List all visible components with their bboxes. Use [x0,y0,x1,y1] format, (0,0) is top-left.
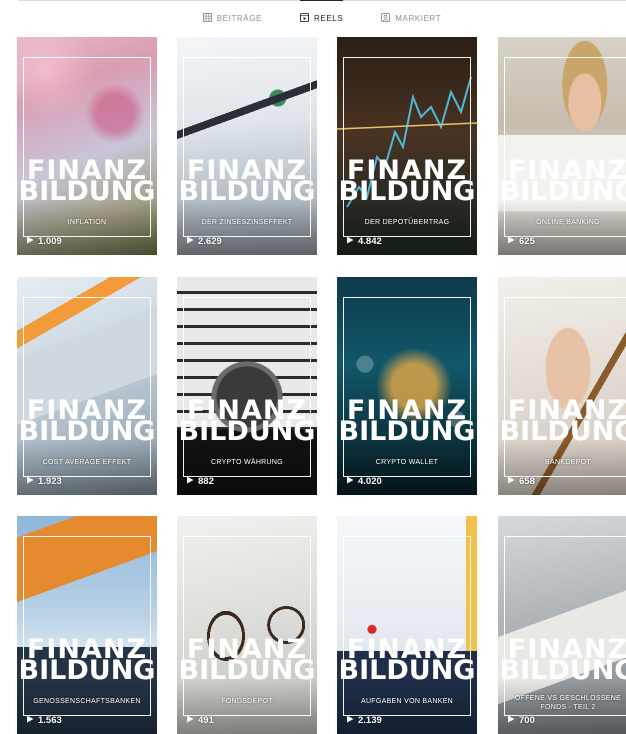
reel-tile-fondsdepot[interactable]: FINANZ BILDUNG FONDSDEPOT 491 [177,516,317,734]
reel-tile-aufgaben-banken[interactable]: FINANZ BILDUNG AUFGABEN VON BANKEN 2.139 [337,516,477,734]
tab-markiert[interactable]: MARKIERT [381,1,441,35]
brand-overlay: FINANZ BILDUNG [338,395,476,448]
play-icon [26,236,34,247]
play-icon [507,476,515,487]
brand-overlay: FINANZ BILDUNG [178,155,316,208]
brand-overlay: FINANZ BILDUNG [338,634,476,687]
brand-overlay: FINANZ BILDUNG [178,395,316,448]
brand-overlay: FINANZ BILDUNG [338,155,476,208]
reel-tile-genossenschaftsbanken[interactable]: FINANZ BILDUNG GENOSSENSCHAFTSBANKEN 1.56… [17,516,157,734]
reel-frame [504,57,626,237]
play-icon [346,715,354,726]
reel-title: GENOSSENSCHAFTSBANKEN [33,698,141,705]
view-count: 1.923 [26,476,62,487]
tab-label: REELS [314,14,344,23]
reel-frame [504,536,626,716]
profile-reels-page: BEITRÄGE REELS MARKIERT FINANZ BILDUNG IN… [0,0,626,734]
brand-overlay: FINANZ BILDUNG [18,395,156,448]
reel-title: AUFGABEN VON BANKEN [360,698,454,705]
profile-tabs: BEITRÄGE REELS MARKIERT [18,0,626,34]
reel-title: FONDSDEPOT [221,698,273,705]
brand-overlay: FINANZ BILDUNG [499,395,626,448]
brand-overlay: FINANZ BILDUNG [178,634,316,687]
view-count: 2.629 [186,236,222,247]
grid-icon [202,13,212,24]
reel-frame [23,297,151,477]
reel-title: ONLINE BANKING [536,219,600,226]
view-count: 700 [507,715,535,726]
view-count: 625 [507,236,535,247]
play-icon [186,236,194,247]
view-count: 4.020 [346,476,382,487]
view-count: 2.139 [346,715,382,726]
tab-beitraege[interactable]: BEITRÄGE [202,1,263,35]
tab-reels[interactable]: REELS [300,0,344,34]
play-icon [186,476,194,487]
reels-icon [300,13,310,24]
reel-frame [23,57,151,237]
reel-title: DER DEPOTÜBERTRAG [364,219,450,226]
view-count: 1.563 [26,715,62,726]
brand-overlay: FINANZ BILDUNG [499,155,626,208]
view-count: 491 [186,715,214,726]
play-icon [26,476,34,487]
reel-tile-bankdepot[interactable]: FINANZ BILDUNG BANKDEPOT 658 [498,277,626,495]
reel-frame [343,536,471,716]
reel-frame [23,536,151,716]
reel-title: OFFENE VS GESCHLOSSENE FONDS - TEIL 2 [514,695,622,711]
tab-label: BEITRÄGE [216,14,263,23]
brand-overlay: FINANZ BILDUNG [18,634,156,687]
reel-frame [183,536,311,716]
play-icon [346,236,354,247]
reel-title: CRYPTO WALLET [375,459,439,466]
view-count: 658 [507,476,535,487]
play-icon [186,715,194,726]
reel-tile-cost-average[interactable]: FINANZ BILDUNG COST AVERAGE EFFEKT 1.923 [17,277,157,495]
tab-label: MARKIERT [395,14,442,23]
reel-tile-depotuebertrag[interactable]: FINANZ BILDUNG DER DEPOTÜBERTRAG 4.842 [337,37,477,255]
reel-frame [504,297,626,477]
reel-tile-zinseszinseffekt[interactable]: FINANZ BILDUNG DER ZINSESZINSEFFEKT 2.629 [177,37,317,255]
reel-frame [183,297,311,477]
view-count: 1.009 [26,236,62,247]
play-icon [26,715,34,726]
reel-frame [343,57,471,237]
play-icon [507,236,515,247]
reel-tile-inflation[interactable]: FINANZ BILDUNG INFLATION 1.009 [17,37,157,255]
reel-frame [183,57,311,237]
tagged-icon [381,13,391,24]
reel-frame [343,297,471,477]
brand-overlay: FINANZ BILDUNG [499,634,626,687]
brand-overlay: FINANZ BILDUNG [18,155,156,208]
play-icon [507,715,515,726]
reel-tile-crypto-waehrung[interactable]: FINANZ BILDUNG CRYPTO WÄHRUNG 882 [177,277,317,495]
play-icon [346,476,354,487]
reel-title: COST AVERAGE EFFEKT [42,459,132,466]
reel-title: INFLATION [67,219,107,226]
reel-tile-online-banking[interactable]: FINANZ BILDUNG ONLINE BANKING 625 [498,37,626,255]
reel-title: CRYPTO WÄHRUNG [210,459,283,466]
reel-tile-offene-geschlossene-fonds[interactable]: FINANZ BILDUNG OFFENE VS GESCHLOSSENE FON… [498,516,626,734]
reel-title: DER ZINSESZINSEFFEKT [201,219,293,226]
view-count: 4.842 [346,236,382,247]
reel-tile-crypto-wallet[interactable]: FINANZ BILDUNG CRYPTO WALLET 4.020 [337,277,477,495]
reels-grid: FINANZ BILDUNG INFLATION 1.009 FINANZ BILD… [17,37,626,734]
view-count: 882 [186,476,214,487]
reel-title: BANKDEPOT [545,459,591,466]
